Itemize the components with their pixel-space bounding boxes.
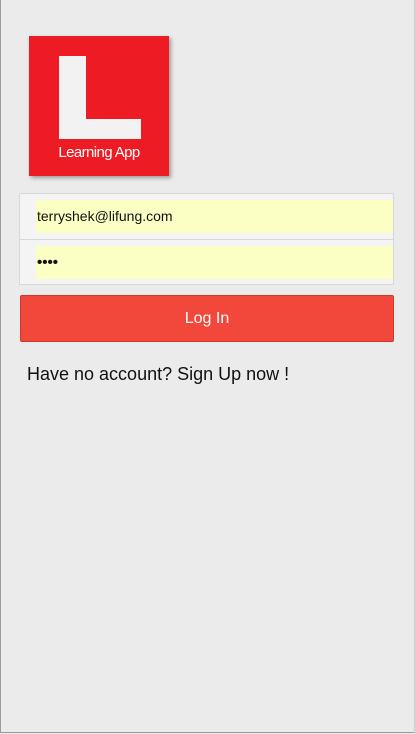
login-form: terryshek@lifung.com •••• (19, 193, 394, 285)
email-field[interactable]: terryshek@lifung.com (36, 200, 393, 233)
app-logo: Learning App (29, 36, 169, 176)
logo-letter-l-icon (59, 56, 141, 139)
password-field[interactable]: •••• (36, 246, 393, 279)
signup-link[interactable]: Have no account? Sign Up now ! (27, 364, 289, 385)
login-screen: Learning App terryshek@lifung.com •••• L… (0, 0, 415, 733)
login-button[interactable]: Log In (20, 295, 394, 342)
password-row: •••• (20, 240, 393, 285)
email-row: terryshek@lifung.com (20, 194, 393, 240)
logo-caption: Learning App (58, 144, 140, 161)
